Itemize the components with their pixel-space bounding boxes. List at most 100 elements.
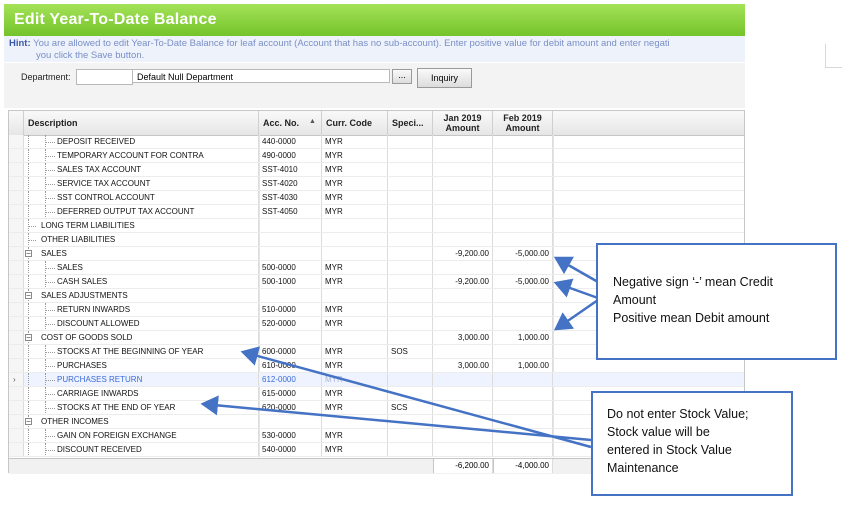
department-name-field[interactable]: Default Null Department xyxy=(132,69,390,83)
row-indicator[interactable] xyxy=(9,401,24,414)
row-indicator[interactable] xyxy=(9,345,24,358)
column-header-special[interactable]: Speci... xyxy=(388,111,433,135)
cell-feb-2019-amount[interactable] xyxy=(493,345,553,358)
tree-line xyxy=(45,212,55,213)
cell-feb-2019-amount[interactable] xyxy=(493,233,553,246)
table-row[interactable]: SST CONTROL ACCOUNT SST-4030 MYR xyxy=(9,191,744,205)
table-row[interactable]: PURCHASES 610-0000 MYR 3,000.00 1,000.00 xyxy=(9,359,744,373)
row-indicator[interactable] xyxy=(9,261,24,274)
table-row[interactable]: SALES TAX ACCOUNT SST-4010 MYR xyxy=(9,163,744,177)
row-indicator[interactable] xyxy=(9,359,24,372)
cell-jan-2019-amount[interactable] xyxy=(433,345,493,358)
department-label: Department: xyxy=(21,72,71,82)
table-row[interactable]: › PURCHASES RETURN 612-0000 MYR xyxy=(9,373,744,387)
table-row[interactable]: TEMPORARY ACCOUNT FOR CONTRA 490-0000 MYR xyxy=(9,149,744,163)
cell-feb-2019-amount[interactable] xyxy=(493,317,553,330)
cell-jan-2019-amount[interactable]: -9,200.00 xyxy=(433,275,493,288)
cell-jan-2019-amount[interactable] xyxy=(433,415,493,428)
cell-feb-2019-amount[interactable] xyxy=(493,135,553,148)
cell-jan-2019-amount[interactable]: -9,200.00 xyxy=(433,247,493,260)
cell-jan-2019-amount[interactable] xyxy=(433,303,493,316)
column-header-description[interactable]: Description xyxy=(24,111,259,135)
column-header-acc-no[interactable]: Acc. No. ▲ xyxy=(259,111,322,135)
cell-special xyxy=(388,387,433,400)
cell-jan-2019-amount[interactable] xyxy=(433,443,493,456)
table-row[interactable]: SERVICE TAX ACCOUNT SST-4020 MYR xyxy=(9,177,744,191)
cell-feb-2019-amount[interactable] xyxy=(493,303,553,316)
cell-jan-2019-amount[interactable] xyxy=(433,429,493,442)
cell-jan-2019-amount[interactable] xyxy=(433,191,493,204)
cell-feb-2019-amount[interactable]: -5,000.00 xyxy=(493,275,553,288)
row-description: DEFERRED OUTPUT TAX ACCOUNT xyxy=(57,207,195,216)
cell-jan-2019-amount[interactable] xyxy=(433,387,493,400)
cell-jan-2019-amount[interactable] xyxy=(433,149,493,162)
row-indicator[interactable] xyxy=(9,429,24,442)
row-indicator[interactable] xyxy=(9,233,24,246)
row-indicator[interactable] xyxy=(9,303,24,316)
row-indicator[interactable] xyxy=(9,219,24,232)
tree-line xyxy=(45,184,55,185)
cell-feb-2019-amount[interactable]: -5,000.00 xyxy=(493,247,553,260)
collapse-icon[interactable]: − xyxy=(25,334,32,342)
cell-feb-2019-amount[interactable]: 1,000.00 xyxy=(493,359,553,372)
cell-feb-2019-amount[interactable] xyxy=(493,443,553,456)
cell-acc-no xyxy=(259,415,322,428)
row-indicator[interactable] xyxy=(9,331,24,344)
collapse-icon[interactable]: − xyxy=(25,292,32,300)
cell-jan-2019-amount[interactable] xyxy=(433,177,493,190)
collapse-icon[interactable]: − xyxy=(25,418,32,426)
cell-jan-2019-amount[interactable]: 3,000.00 xyxy=(433,331,493,344)
cell-feb-2019-amount[interactable] xyxy=(493,415,553,428)
row-indicator[interactable] xyxy=(9,177,24,190)
cell-feb-2019-amount[interactable] xyxy=(493,373,553,386)
inquiry-button[interactable]: Inquiry xyxy=(417,68,472,88)
cell-feb-2019-amount[interactable] xyxy=(493,149,553,162)
cell-jan-2019-amount[interactable] xyxy=(433,233,493,246)
row-indicator[interactable] xyxy=(9,387,24,400)
cell-feb-2019-amount[interactable] xyxy=(493,261,553,274)
row-indicator[interactable] xyxy=(9,443,24,456)
cell-jan-2019-amount[interactable] xyxy=(433,317,493,330)
cell-feb-2019-amount[interactable] xyxy=(493,205,553,218)
cell-jan-2019-amount[interactable] xyxy=(433,135,493,148)
table-row[interactable]: DEFERRED OUTPUT TAX ACCOUNT SST-4050 MYR xyxy=(9,205,744,219)
column-header-jan-2019-amount[interactable]: Jan 2019 Amount xyxy=(433,111,493,135)
row-description: DISCOUNT RECEIVED xyxy=(57,445,142,454)
row-indicator[interactable] xyxy=(9,415,24,428)
cell-jan-2019-amount[interactable] xyxy=(433,205,493,218)
cell-jan-2019-amount[interactable] xyxy=(433,219,493,232)
row-indicator[interactable] xyxy=(9,149,24,162)
cell-jan-2019-amount[interactable] xyxy=(433,373,493,386)
department-browse-button[interactable]: ... xyxy=(392,69,412,84)
cell-feb-2019-amount[interactable] xyxy=(493,177,553,190)
cell-feb-2019-amount[interactable] xyxy=(493,289,553,302)
row-indicator[interactable] xyxy=(9,191,24,204)
cell-feb-2019-amount[interactable] xyxy=(493,219,553,232)
collapse-icon[interactable]: − xyxy=(25,250,32,258)
row-indicator[interactable] xyxy=(9,317,24,330)
cell-feb-2019-amount[interactable]: 1,000.00 xyxy=(493,331,553,344)
column-header-feb-2019-amount[interactable]: Feb 2019 Amount xyxy=(493,111,553,135)
row-indicator[interactable] xyxy=(9,289,24,302)
row-indicator[interactable] xyxy=(9,163,24,176)
row-indicator[interactable] xyxy=(9,247,24,260)
cell-jan-2019-amount[interactable] xyxy=(433,163,493,176)
cell-feb-2019-amount[interactable] xyxy=(493,163,553,176)
cell-feb-2019-amount[interactable] xyxy=(493,401,553,414)
cell-jan-2019-amount[interactable] xyxy=(433,261,493,274)
cell-feb-2019-amount[interactable] xyxy=(493,191,553,204)
column-header-curr-code[interactable]: Curr. Code xyxy=(322,111,388,135)
table-row[interactable]: DEPOSIT RECEIVED 440-0000 MYR xyxy=(9,135,744,149)
row-indicator[interactable]: › xyxy=(9,373,24,386)
cell-jan-2019-amount[interactable] xyxy=(433,401,493,414)
cell-feb-2019-amount[interactable] xyxy=(493,429,553,442)
cell-jan-2019-amount[interactable]: 3,000.00 xyxy=(433,359,493,372)
department-code-input[interactable] xyxy=(76,69,133,85)
table-row[interactable]: LONG TERM LIABILITIES xyxy=(9,219,744,233)
tree-line xyxy=(45,324,55,325)
row-indicator[interactable] xyxy=(9,205,24,218)
cell-jan-2019-amount[interactable] xyxy=(433,289,493,302)
row-indicator[interactable] xyxy=(9,135,24,148)
row-indicator[interactable] xyxy=(9,275,24,288)
cell-feb-2019-amount[interactable] xyxy=(493,387,553,400)
